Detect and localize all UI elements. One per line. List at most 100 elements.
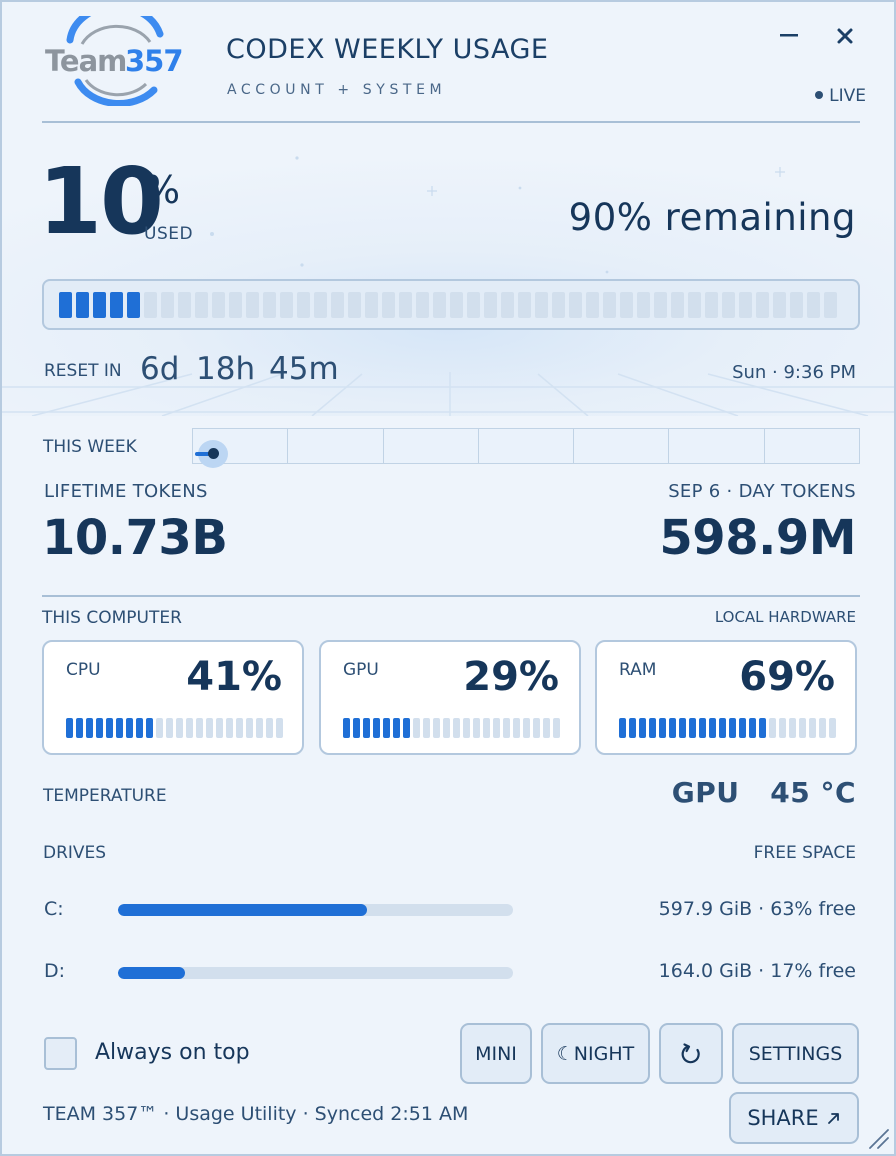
hardware-bar-segment — [353, 718, 360, 738]
share-button[interactable]: SHARE — [729, 1092, 859, 1144]
reset-label: RESET IN — [44, 361, 122, 381]
hardware-bar-segment — [679, 718, 686, 738]
always-on-top-label[interactable]: Always on top — [95, 1040, 250, 1065]
week-day-cell — [384, 429, 479, 463]
usage-bar-segment — [722, 291, 735, 318]
lifetime-tokens-label: LIFETIME TOKENS — [44, 481, 208, 502]
hardware-bar-segment — [533, 718, 540, 738]
ram-bar — [619, 718, 836, 738]
ram-label: RAM — [619, 660, 657, 680]
usage-bar-segment — [348, 291, 361, 318]
hardware-bar-segment — [126, 718, 133, 738]
reset-hours: 18h — [196, 351, 256, 387]
hardware-bar-segment — [246, 718, 253, 738]
hardware-bar-segment — [799, 718, 806, 738]
hardware-bar-segment — [86, 718, 93, 738]
hardware-bar-segment — [759, 718, 766, 738]
hardware-bar-segment — [453, 718, 460, 738]
header-divider — [42, 121, 860, 123]
usage-bar-segment — [824, 291, 837, 318]
hardware-bar-segment — [206, 718, 213, 738]
usage-bar-segment — [399, 291, 412, 318]
hardware-bar-segment — [749, 718, 756, 738]
hardware-bar-segment — [809, 718, 816, 738]
live-label: LIVE — [829, 86, 866, 106]
usage-bar-segment — [569, 291, 582, 318]
mini-button[interactable]: MINI — [460, 1023, 532, 1084]
week-label: THIS WEEK — [43, 437, 137, 457]
usage-bar-segment — [365, 291, 378, 318]
hardware-bar-segment — [116, 718, 123, 738]
temperature-value: GPU 45 °C — [671, 776, 856, 809]
usage-bar-segment — [59, 291, 72, 318]
usage-bar-segment — [620, 291, 633, 318]
usage-bar-segment — [586, 291, 599, 318]
hardware-bar-segment — [276, 718, 283, 738]
usage-bar-segment — [501, 291, 514, 318]
hardware-bar-segment — [729, 718, 736, 738]
usage-bar-segment — [552, 291, 565, 318]
external-arrow-icon — [827, 1113, 839, 1124]
week-day-cell — [669, 429, 765, 463]
hardware-bar-segment — [543, 718, 550, 738]
hardware-bar-segment — [176, 718, 183, 738]
usage-bar-segment — [161, 291, 174, 318]
svg-text:357: 357 — [125, 44, 183, 78]
week-day-cell — [479, 429, 575, 463]
drive-d-fill — [118, 967, 186, 979]
usage-bar-segment — [314, 291, 327, 318]
usage-bar-segment — [688, 291, 701, 318]
minimize-button[interactable] — [773, 20, 807, 52]
hardware-bar-segment — [719, 718, 726, 738]
night-mode-button[interactable]: ☾NIGHT — [541, 1023, 650, 1084]
hardware-bar-segment — [236, 718, 243, 738]
hardware-bar-segment — [659, 718, 666, 738]
hardware-bar-segment — [196, 718, 203, 738]
reset-minutes: 45m — [269, 351, 339, 387]
hardware-bar-segment — [166, 718, 173, 738]
hardware-bar-segment — [503, 718, 510, 738]
hardware-bar-segment — [443, 718, 450, 738]
lifetime-tokens-value: 10.73B — [42, 510, 228, 566]
drive-d-bar — [118, 967, 513, 979]
always-on-top-checkbox[interactable] — [44, 1037, 77, 1070]
settings-button[interactable]: SETTINGS — [732, 1023, 859, 1084]
usage-bar-segment — [229, 291, 242, 318]
usage-window: Team 357 CODEX WEEKLY USAGE ACCOUNT + SY… — [0, 0, 896, 1156]
usage-bar-segment — [518, 291, 531, 318]
drive-c-bar — [118, 904, 513, 916]
week-marker — [208, 448, 219, 459]
usage-bar-segment — [773, 291, 786, 318]
hardware-bar-segment — [473, 718, 480, 738]
drives-label: DRIVES — [43, 843, 107, 863]
usage-bar-segment — [603, 291, 616, 318]
hardware-bar-segment — [779, 718, 786, 738]
drive-c-fill — [118, 904, 367, 916]
usage-bar-segment — [450, 291, 463, 318]
usage-bar-segment — [178, 291, 191, 318]
usage-bar-segment — [110, 291, 123, 318]
hardware-bar-segment — [769, 718, 776, 738]
hardware-bar-segment — [393, 718, 400, 738]
usage-bar-segment — [416, 291, 429, 318]
hardware-bar-segment — [829, 718, 836, 738]
hardware-bar-segment — [66, 718, 73, 738]
close-button[interactable] — [828, 20, 862, 52]
usage-bar-segment — [739, 291, 752, 318]
hardware-bar-segment — [739, 718, 746, 738]
usage-bar-segment — [212, 291, 225, 318]
hardware-bar-segment — [629, 718, 636, 738]
cpu-bar — [66, 718, 283, 738]
hardware-bar-segment — [483, 718, 490, 738]
resize-grip-icon[interactable] — [866, 1126, 890, 1150]
hardware-bar-segment — [553, 718, 560, 738]
hardware-bar-segment — [423, 718, 430, 738]
usage-bar-segment — [280, 291, 293, 318]
hardware-bar-segment — [493, 718, 500, 738]
drive-c-letter: C: — [44, 898, 64, 920]
refresh-button[interactable] — [659, 1023, 723, 1084]
this-computer-label: THIS COMPUTER — [42, 608, 182, 628]
usage-bar-segment — [467, 291, 480, 318]
hardware-bar-segment — [383, 718, 390, 738]
hardware-bar-segment — [186, 718, 193, 738]
